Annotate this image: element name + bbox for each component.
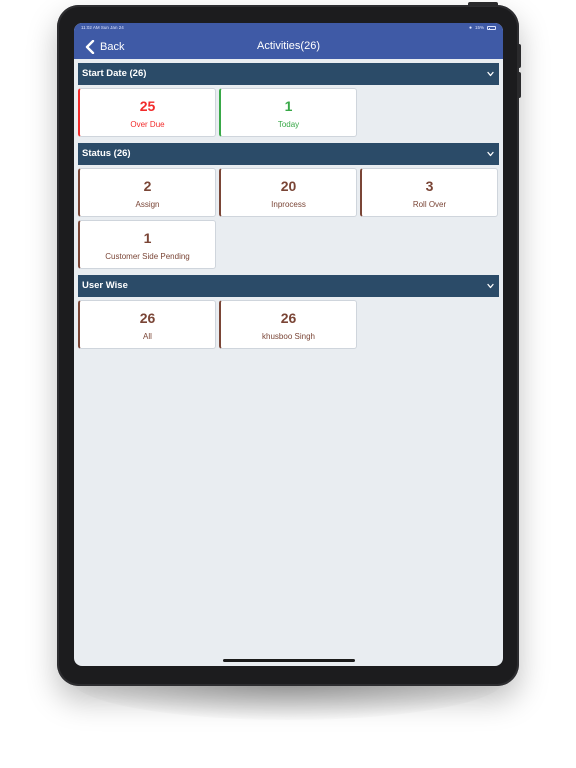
- volume-up-button: [517, 44, 521, 68]
- card-all-users[interactable]: 26 All: [78, 300, 216, 349]
- card-count: 26: [139, 310, 156, 326]
- status-bar: 11:02 AM Sun Jan 24 ● 15%: [74, 23, 503, 33]
- card-count: 25: [139, 98, 156, 114]
- battery-icon: [487, 26, 496, 30]
- card-label: Roll Over: [412, 200, 447, 209]
- status-time: 11:02 AM Sun Jan 24: [81, 25, 124, 30]
- section-header-start-date[interactable]: Start Date (26): [78, 63, 499, 85]
- status-indicators: ● 15%: [469, 23, 496, 33]
- chevron-down-icon: [487, 151, 494, 157]
- card-label: Assign: [135, 200, 160, 209]
- card-inprocess[interactable]: 20 Inprocess: [219, 168, 357, 217]
- power-button: [468, 2, 498, 6]
- card-label: khusboo Singh: [262, 332, 315, 341]
- card-count: 2: [143, 178, 152, 194]
- card-count: 3: [425, 178, 434, 194]
- section-title: Start Date (26): [82, 68, 147, 79]
- card-over-due[interactable]: 25 Over Due: [78, 88, 216, 137]
- app-screen: 11:02 AM Sun Jan 24 ● 15% Back Activitie…: [74, 23, 503, 666]
- chevron-down-icon: [487, 283, 494, 289]
- card-count: 1: [143, 230, 152, 246]
- card-label: All: [143, 332, 152, 341]
- card-count: 20: [280, 178, 297, 194]
- section-header-user-wise[interactable]: User Wise: [78, 275, 499, 297]
- chevron-down-icon: [487, 71, 494, 77]
- card-count: 1: [284, 98, 293, 114]
- page-title: Activities(26): [257, 40, 320, 52]
- card-roll-over[interactable]: 3 Roll Over: [360, 168, 498, 217]
- volume-down-button: [517, 72, 521, 98]
- section-title: User Wise: [82, 280, 128, 291]
- card-user-khusboo-singh[interactable]: 26 khusboo Singh: [219, 300, 357, 349]
- card-today[interactable]: 1 Today: [219, 88, 357, 137]
- wifi-icon: ●: [468, 25, 472, 31]
- card-label: Customer Side Pending: [105, 252, 190, 261]
- card-assign[interactable]: 2 Assign: [78, 168, 216, 217]
- navigation-bar: 11:02 AM Sun Jan 24 ● 15% Back Activitie…: [74, 23, 503, 59]
- card-customer-side-pending[interactable]: 1 Customer Side Pending: [78, 220, 216, 269]
- card-label: Today: [277, 120, 300, 129]
- card-count: 26: [280, 310, 297, 326]
- section-header-status[interactable]: Status (26): [78, 143, 499, 165]
- card-label: Inprocess: [271, 200, 306, 209]
- card-label: Over Due: [130, 120, 165, 129]
- home-indicator[interactable]: [223, 659, 355, 662]
- section-title: Status (26): [82, 148, 131, 159]
- battery-percent: 15%: [474, 25, 484, 30]
